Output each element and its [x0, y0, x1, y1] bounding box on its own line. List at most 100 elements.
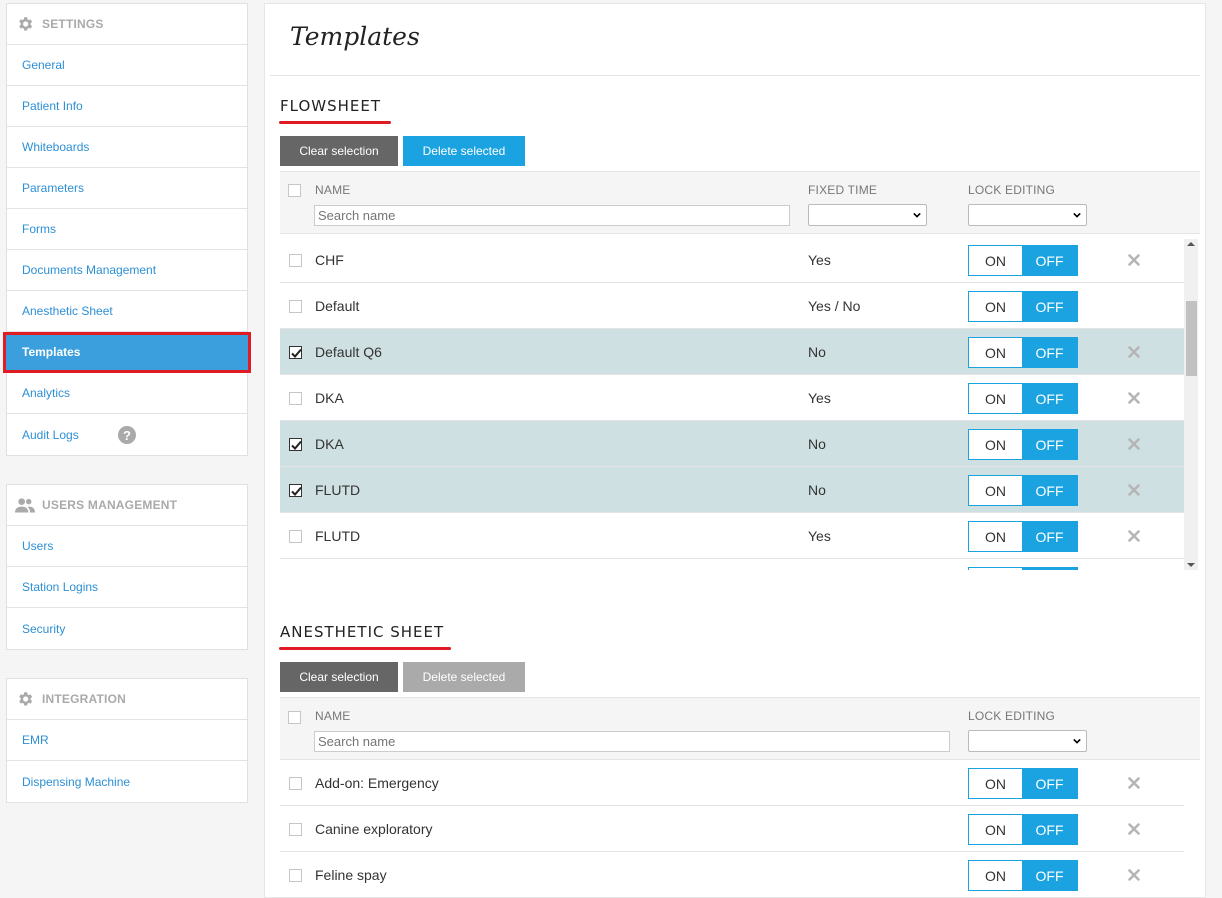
toggle-on-option[interactable]: ON: [969, 292, 1022, 321]
flowsheet-row[interactable]: FLUTD No ON OFF: [280, 467, 1184, 513]
row-checkbox[interactable]: [289, 823, 302, 836]
row-checkbox[interactable]: [289, 530, 302, 543]
lock-editing-toggle[interactable]: ONOFF: [968, 337, 1078, 368]
sidebar-item-label: Anesthetic Sheet: [22, 304, 113, 318]
flowsheet-row[interactable]: DKA No ON OFF: [280, 421, 1184, 467]
sidebar-item-whiteboards[interactable]: Whiteboards: [7, 127, 247, 168]
toggle-on-option[interactable]: ON: [969, 246, 1022, 275]
gear-icon: [15, 14, 35, 34]
scroll-down-arrow-icon[interactable]: [1187, 563, 1195, 567]
toggle-off-option[interactable]: OFF: [1022, 568, 1077, 570]
lock-editing-toggle[interactable]: ONOFF: [968, 291, 1078, 322]
scroll-up-arrow-icon[interactable]: [1187, 242, 1195, 246]
sidebar-item-audit-logs[interactable]: Audit Logs?: [7, 414, 247, 455]
flowsheet-row[interactable]: FLUTD Yes ON OFF: [280, 513, 1184, 559]
row-name: Default: [315, 298, 360, 314]
toggle-off-option[interactable]: OFF: [1022, 246, 1077, 275]
toggle-on-option[interactable]: ON: [969, 384, 1022, 413]
anesthetic-select-all-checkbox[interactable]: [288, 711, 301, 724]
flowsheet-search-input[interactable]: [314, 205, 790, 226]
sidebar-item-emr[interactable]: EMR: [7, 720, 247, 761]
anesthetic-delete-selected-button[interactable]: Delete selected: [403, 662, 525, 692]
delete-icon[interactable]: [1128, 254, 1140, 266]
toggle-on-option[interactable]: ON: [969, 430, 1022, 459]
sidebar-item-users[interactable]: Users: [7, 526, 247, 567]
lock-editing-toggle[interactable]: ONOFF: [968, 768, 1078, 799]
row-checkbox[interactable]: [289, 392, 302, 405]
section-underline: [279, 647, 451, 650]
lock-editing-toggle[interactable]: ONOFF: [968, 567, 1078, 570]
lock-editing-toggle[interactable]: ONOFF: [968, 860, 1078, 891]
anesthetic-search-input[interactable]: [314, 731, 950, 752]
lock-editing-toggle[interactable]: ONOFF: [968, 521, 1078, 552]
toggle-on-option[interactable]: ON: [969, 338, 1022, 367]
delete-icon[interactable]: [1128, 484, 1140, 496]
fixed-time-filter-select[interactable]: [808, 204, 927, 226]
flowsheet-clear-selection-button[interactable]: Clear selection: [280, 136, 398, 166]
row-checkbox[interactable]: [289, 254, 302, 267]
flowsheet-select-all-checkbox[interactable]: [288, 184, 301, 197]
scrollbar-thumb[interactable]: [1186, 301, 1197, 376]
flowsheet-row[interactable]: ONOFF: [280, 559, 1184, 570]
row-checkbox[interactable]: [289, 869, 302, 882]
help-icon[interactable]: ?: [118, 426, 136, 444]
anesthetic-lock-editing-filter-select[interactable]: [968, 730, 1087, 752]
flowsheet-scrollbar[interactable]: [1184, 239, 1198, 570]
delete-icon[interactable]: [1128, 530, 1140, 542]
flowsheet-delete-selected-button[interactable]: Delete selected: [403, 136, 525, 166]
anesthetic-row[interactable]: Add-on: Emergency ON OFF: [280, 760, 1184, 806]
delete-icon[interactable]: [1128, 346, 1140, 358]
sidebar-item-templates[interactable]: Templates: [3, 332, 251, 373]
flowsheet-row[interactable]: Default Yes / No ON OFF: [280, 283, 1184, 329]
flowsheet-row[interactable]: CHF Yes ON OFF: [280, 239, 1184, 283]
row-checkbox[interactable]: [289, 346, 302, 359]
lock-editing-toggle[interactable]: ONOFF: [968, 814, 1078, 845]
row-checkbox[interactable]: [289, 777, 302, 790]
sidebar-item-dispensing-machine[interactable]: Dispensing Machine: [7, 761, 247, 802]
chevron-down-icon: [1073, 738, 1081, 744]
sidebar-item-parameters[interactable]: Parameters: [7, 168, 247, 209]
sidebar-item-label: EMR: [22, 733, 49, 747]
sidebar-item-security[interactable]: Security: [7, 608, 247, 649]
toggle-off-option[interactable]: OFF: [1022, 476, 1077, 505]
sidebar-item-general[interactable]: General: [7, 45, 247, 86]
sidebar-item-analytics[interactable]: Analytics: [7, 373, 247, 414]
sidebar-item-anesthetic-sheet[interactable]: Anesthetic Sheet: [7, 291, 247, 332]
flowsheet-lock-editing-filter-select[interactable]: [968, 204, 1087, 226]
toggle-off-option[interactable]: OFF: [1022, 430, 1077, 459]
toggle-on-option[interactable]: ON: [969, 476, 1022, 505]
sidebar-item-forms[interactable]: Forms: [7, 209, 247, 250]
delete-icon[interactable]: [1128, 777, 1140, 789]
toggle-on-option[interactable]: ON: [969, 815, 1022, 844]
toggle-off-option[interactable]: OFF: [1022, 769, 1077, 798]
delete-icon[interactable]: [1128, 438, 1140, 450]
anesthetic-clear-selection-button[interactable]: Clear selection: [280, 662, 398, 692]
toggle-off-option[interactable]: OFF: [1022, 338, 1077, 367]
sidebar-item-documents-management[interactable]: Documents Management: [7, 250, 247, 291]
anesthetic-row[interactable]: Feline spay ON OFF: [280, 852, 1184, 897]
delete-icon[interactable]: [1128, 823, 1140, 835]
toggle-off-option[interactable]: OFF: [1022, 861, 1077, 890]
delete-icon[interactable]: [1128, 869, 1140, 881]
toggle-off-option[interactable]: OFF: [1022, 522, 1077, 551]
toggle-on-option[interactable]: ON: [969, 568, 1022, 570]
lock-editing-toggle[interactable]: ONOFF: [968, 429, 1078, 460]
row-checkbox[interactable]: [289, 300, 302, 313]
lock-editing-toggle[interactable]: ONOFF: [968, 475, 1078, 506]
sidebar-item-patient-info[interactable]: Patient Info: [7, 86, 247, 127]
flowsheet-row[interactable]: DKA Yes ON OFF: [280, 375, 1184, 421]
toggle-off-option[interactable]: OFF: [1022, 815, 1077, 844]
row-checkbox[interactable]: [289, 484, 302, 497]
toggle-on-option[interactable]: ON: [969, 769, 1022, 798]
sidebar-item-station-logins[interactable]: Station Logins: [7, 567, 247, 608]
toggle-off-option[interactable]: OFF: [1022, 384, 1077, 413]
row-checkbox[interactable]: [289, 438, 302, 451]
delete-icon[interactable]: [1128, 392, 1140, 404]
toggle-on-option[interactable]: ON: [969, 861, 1022, 890]
flowsheet-row[interactable]: Default Q6 No ON OFF: [280, 329, 1184, 375]
toggle-off-option[interactable]: OFF: [1022, 292, 1077, 321]
lock-editing-toggle[interactable]: ONOFF: [968, 383, 1078, 414]
lock-editing-toggle[interactable]: ONOFF: [968, 245, 1078, 276]
anesthetic-row[interactable]: Canine exploratory ON OFF: [280, 806, 1184, 852]
toggle-on-option[interactable]: ON: [969, 522, 1022, 551]
